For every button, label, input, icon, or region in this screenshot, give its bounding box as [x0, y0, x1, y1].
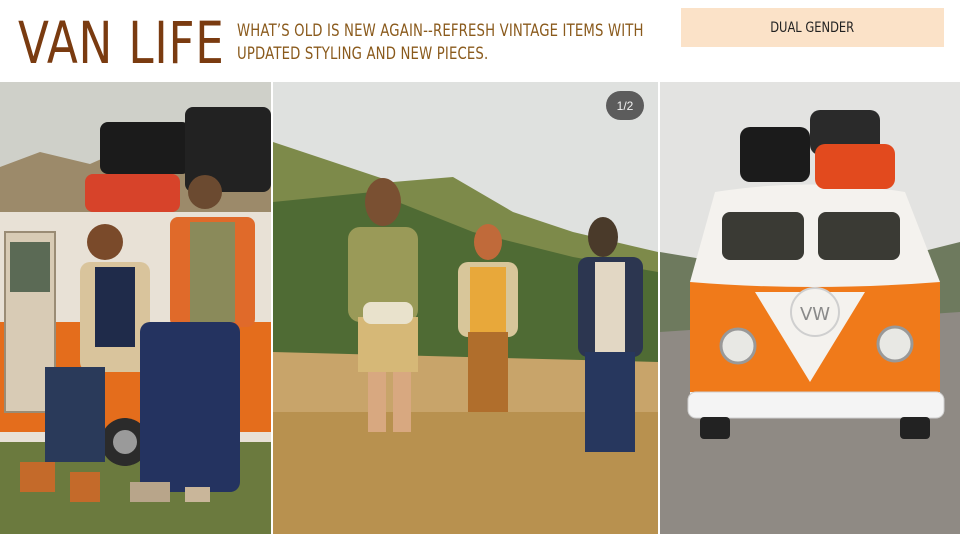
photo-vw-bus: VW	[660, 82, 960, 534]
photo-walking-in-grass-image	[273, 82, 658, 534]
photo-couple-by-van-image	[0, 82, 271, 534]
badge-label: DUAL GENDER	[770, 19, 855, 36]
page-title: VAN LIFE	[18, 9, 225, 77]
photo-vw-bus-image: VW	[660, 82, 960, 534]
dual-gender-badge[interactable]: DUAL GENDER	[681, 8, 944, 47]
vw-logo: VW	[800, 304, 830, 325]
image-pager[interactable]: 1/2	[606, 91, 644, 120]
photo-walking-in-grass	[273, 82, 658, 534]
slide-subtitle: What’s old is new again--refresh vintage…	[237, 21, 644, 64]
photo-couple-by-van	[0, 82, 271, 534]
